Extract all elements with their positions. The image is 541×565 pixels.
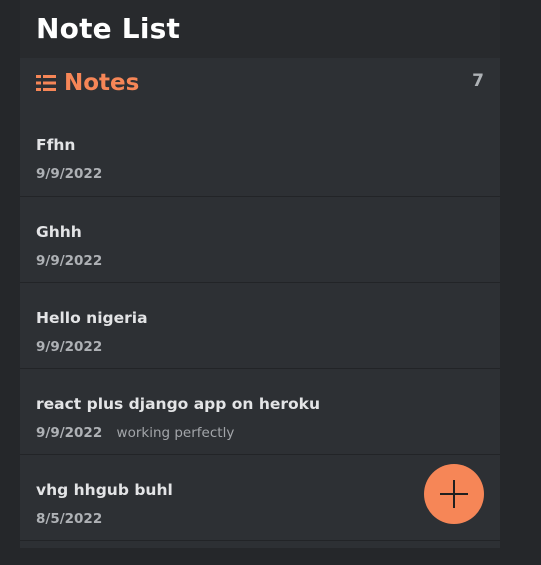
note-title: Ffhn (36, 136, 76, 154)
notes-section-header: Notes 7 (20, 58, 500, 108)
note-title: Hello nigeria (36, 309, 148, 327)
note-date: 8/5/2022 (36, 511, 103, 527)
note-date: 9/9/2022 (36, 166, 103, 182)
note-meta: 8/5/2022 (36, 511, 102, 527)
list-icon (36, 75, 56, 91)
note-meta: 9/9/2022 (36, 339, 102, 355)
note-date: 9/9/2022 (36, 253, 103, 269)
note-list-item[interactable]: Ffhn 9/9/2022 (20, 108, 500, 197)
notes-count: 7 (472, 71, 484, 91)
note-meta: 9/9/2022 (36, 166, 102, 182)
app-header: Note List (20, 0, 500, 58)
note-preview: working perfectly (116, 425, 235, 441)
note-list-item[interactable]: react plus django app on heroku 9/9/2022… (20, 369, 500, 455)
note-date: 9/9/2022 (36, 425, 103, 441)
notes-list: Ffhn 9/9/2022 Ghhh 9/9/2022 Hello nigeri… (20, 108, 500, 541)
note-title: vhg hhgub buhl (36, 481, 173, 499)
note-title: react plus django app on heroku (36, 395, 321, 413)
notes-app: Note List Notes 7 Ffhn 9/9/2022 Ghhh 9/9… (20, 0, 500, 548)
note-list-item[interactable]: Hello nigeria 9/9/2022 (20, 283, 500, 369)
note-title: Ghhh (36, 223, 82, 241)
add-note-button[interactable] (424, 464, 484, 524)
note-meta: 9/9/2022 (36, 253, 102, 269)
notes-section-title: Notes (64, 70, 140, 96)
note-meta: 9/9/2022 working perfectly (36, 425, 234, 441)
page-title: Note List (36, 11, 181, 45)
plus-icon (440, 480, 468, 508)
note-date: 9/9/2022 (36, 339, 103, 355)
note-list-item[interactable]: Ghhh 9/9/2022 (20, 197, 500, 283)
